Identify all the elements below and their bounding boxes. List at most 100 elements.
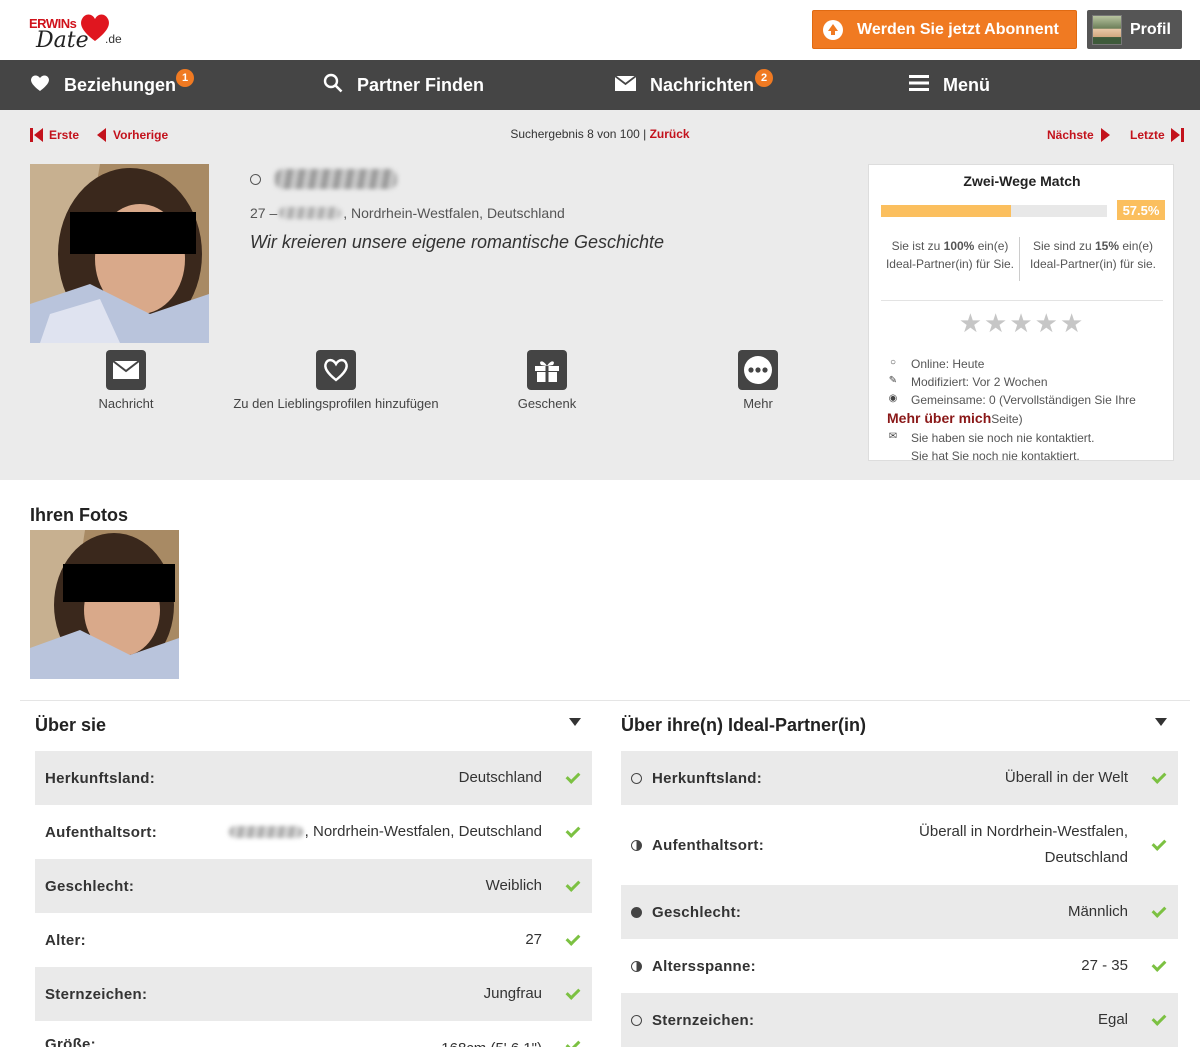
common-text: Gemeinsame: 0 (Vervollständigen Sie Ihre — [911, 393, 1136, 407]
contact-text-1: Sie haben sie noch nie kontaktiert. — [911, 431, 1095, 445]
next-icon — [1100, 128, 1110, 142]
about-her-title: Über sie — [35, 715, 107, 735]
check-icon — [1152, 959, 1166, 973]
common-row: ◉ Gemeinsame: 0 (Vervollständigen Sie Ih… — [887, 393, 1136, 407]
result-counter: Suchergebnis 8 von 100 | Zurück — [0, 127, 1200, 141]
chevron-down-icon[interactable] — [569, 718, 581, 726]
about-row-sternzeichen: Sternzeichen: Jungfrau — [35, 967, 592, 1021]
blurred-city — [228, 826, 303, 838]
about-row-geschlecht: Geschlecht: Weiblich — [35, 859, 592, 913]
main-nav: Beziehungen 1 Partner Finden Nachrichten… — [0, 60, 1200, 110]
censor-bar — [70, 212, 196, 254]
nav-item-partner-finden[interactable]: Partner Finden — [323, 60, 484, 110]
about-row-aufenthaltsort: Aufenthaltsort: , Nordrhein-Westfalen, D… — [35, 805, 592, 859]
row-label: Alter: — [45, 931, 86, 949]
common-end-text: Seite) — [991, 412, 1023, 426]
favorite-label: Zu den Lieblingsprofilen hinzufügen — [233, 396, 439, 411]
about-row-herkunftsland: Herkunftsland: Deutschland — [35, 751, 592, 805]
message-action[interactable]: Nachricht — [95, 350, 157, 411]
row-value: 27 - 35 — [1081, 957, 1128, 974]
nav-item-beziehungen[interactable]: Beziehungen 1 — [30, 60, 194, 110]
row-label: Aufenthaltsort: — [652, 836, 764, 854]
notification-badge: 2 — [755, 69, 773, 87]
pencil-icon: ✎ — [888, 375, 898, 386]
heart-outline-icon — [316, 350, 356, 390]
profile-button[interactable]: Profil — [1087, 10, 1182, 49]
subscribe-button[interactable]: Werden Sie jetzt Abonnent — [812, 10, 1077, 49]
logo-tld-text: .de — [105, 32, 122, 46]
row-value: Weiblich — [485, 877, 542, 894]
importance-empty-icon — [631, 772, 642, 784]
row-value: Egal — [1097, 1011, 1128, 1028]
photos-title: Ihren Fotos — [30, 505, 128, 525]
profile-header: Erste Vorherige Suchergebnis 8 von 100 |… — [0, 110, 1200, 480]
more-icon — [738, 350, 778, 390]
ideal-partner-title: Über ihre(n) Ideal-Partner(in) — [621, 715, 867, 735]
result-text: Suchergebnis 8 von 100 | — [510, 127, 650, 141]
notification-badge: 1 — [176, 69, 194, 87]
row-label: Geschlecht: — [652, 903, 742, 921]
match-percent-badge: 57.5% — [1117, 200, 1165, 220]
row-value: Männlich — [1067, 903, 1128, 920]
check-icon — [1152, 905, 1166, 919]
ideal-row-geschlecht: Geschlecht: Männlich — [621, 885, 1178, 939]
location-text: , Nordrhein-Westfalen, Deutschland — [343, 205, 565, 221]
ideal-row-altersspanne: Altersspanne: 27 - 35 — [621, 939, 1178, 993]
profile-photo[interactable] — [30, 164, 209, 343]
search-icon — [323, 73, 343, 98]
avatar — [1092, 14, 1122, 45]
favorite-action[interactable]: Zu den Lieblingsprofilen hinzufügen — [232, 350, 440, 411]
importance-half-icon — [631, 839, 642, 851]
match-right-pre: Sie sind zu — [1032, 239, 1095, 253]
gift-label: Geschenk — [517, 396, 577, 411]
logo[interactable]: ERWINs Date .de — [28, 10, 128, 53]
profile-motto: Wir kreieren unsere eigene romantische G… — [250, 232, 665, 252]
gift-action[interactable]: Geschenk — [515, 350, 579, 411]
last-link[interactable]: Letzte — [1130, 128, 1184, 142]
about-row-groesse: Größe: 168cm (5' 6.1") — [35, 1021, 592, 1047]
contact-row: ✉ Sie haben sie noch nie kontaktiert. — [887, 431, 1095, 445]
row-value-line1: Überall in Nordrhein-Westfalen, — [919, 823, 1128, 840]
importance-empty-icon — [631, 1014, 642, 1026]
match-left-bold: 100% — [943, 239, 975, 253]
next-label: Nächste — [1047, 128, 1094, 142]
match-title: Zwei-Wege Match — [963, 173, 1081, 189]
nav-item-nachrichten[interactable]: Nachrichten 2 — [614, 60, 773, 110]
nav-label: Menü — [943, 74, 990, 95]
circle-icon: ○ — [889, 357, 897, 368]
nav-label: Nachrichten — [650, 74, 755, 95]
envelope-icon — [106, 350, 146, 390]
row-value-text: , Nordrhein-Westfalen, Deutschland — [304, 823, 542, 840]
ideal-row-herkunftsland: Herkunftsland: Überall in der Welt — [621, 751, 1178, 805]
divider — [1019, 237, 1020, 281]
nav-label: Partner Finden — [357, 74, 485, 95]
ideal-row-sternzeichen: Sternzeichen: Egal — [621, 993, 1178, 1047]
next-link[interactable]: Nächste — [1047, 128, 1110, 142]
blurred-username — [275, 169, 397, 189]
more-action[interactable]: Mehr — [735, 350, 781, 411]
heart-icon — [30, 74, 50, 97]
modified-text: Modifiziert: Vor 2 Wochen — [911, 375, 1048, 389]
check-icon — [566, 825, 580, 839]
top-bar: ERWINs Date .de Werden Sie jetzt Abonnen… — [0, 0, 1200, 60]
photo-thumbnail[interactable] — [30, 530, 179, 679]
check-icon — [1152, 771, 1166, 785]
row-value: 168cm (5' 6.1") — [441, 1036, 542, 1047]
nav-item-menu[interactable]: Menü — [909, 60, 990, 110]
more-about-me-link[interactable]: Mehr über mich — [887, 410, 991, 426]
username-row — [250, 166, 397, 192]
about-row-alter: Alter: 27 — [35, 913, 592, 967]
match-left-text: Sie ist zu 100% ein(e) Ideal-Partner(in)… — [879, 237, 1021, 273]
row-label: Größe: — [45, 1036, 96, 1047]
row-label: Sternzeichen: — [652, 1011, 755, 1029]
back-link[interactable]: Zurück — [650, 127, 690, 141]
contact-row-2: Sie hat Sie noch nie kontaktiert. — [887, 449, 1080, 463]
rating-stars[interactable]: ★★★★★ — [869, 308, 1175, 339]
row-value: Überall in der Welt — [1004, 769, 1128, 786]
check-icon — [1152, 1013, 1166, 1027]
chevron-down-icon[interactable] — [1155, 718, 1167, 726]
row-value-line2: Deutschland — [1044, 849, 1128, 866]
common-row-cont: Mehr über mich Seite) — [887, 410, 1023, 426]
importance-half-icon — [631, 960, 642, 972]
online-text: Online: Heute — [911, 357, 985, 371]
